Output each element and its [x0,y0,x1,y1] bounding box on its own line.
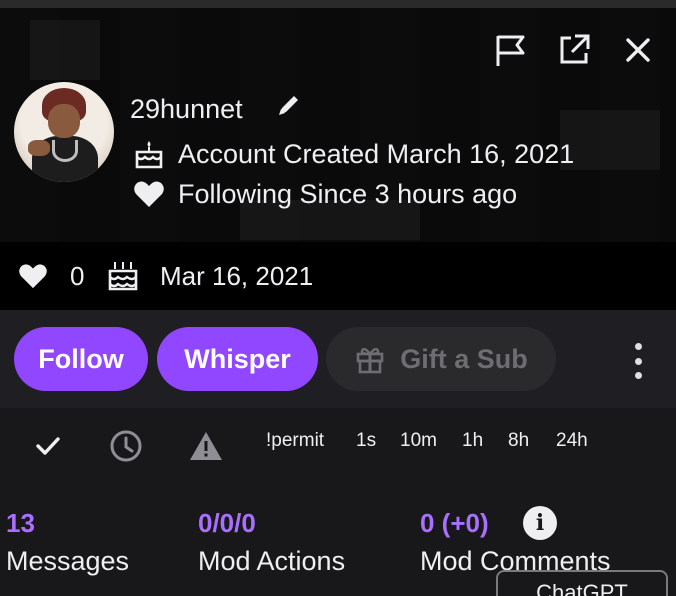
heart-icon [19,264,47,289]
window-top-border [0,0,676,8]
clock-icon [110,430,142,462]
gift-sub-label: Gift a Sub [400,343,528,374]
close-button[interactable] [618,30,658,70]
mod-actions-count[interactable]: 0/0/0 [198,508,256,539]
kebab-icon [634,343,642,350]
info-icon[interactable]: i [523,506,557,540]
account-created-text: Account Created March 16, 2021 [178,138,575,169]
created-stat: Mar 16, 2021 [106,242,313,310]
avatar[interactable] [14,82,114,182]
messages-count[interactable]: 13 [6,508,35,539]
messages-label: Messages [6,546,130,576]
gift-icon [356,347,384,374]
warn-button[interactable] [186,424,226,468]
pencil-icon [279,96,298,115]
following-since-text: Following Since 3 hours ago [178,178,518,209]
username[interactable]: 29hunnet [130,94,243,125]
cake-icon [132,138,166,170]
more-options-button[interactable] [626,343,650,379]
report-button[interactable] [490,30,530,70]
timeout-8h[interactable]: 8h [508,430,529,452]
follows-stat: 0 [18,242,84,310]
check-icon [36,437,60,455]
follow-button[interactable]: Follow [14,327,148,391]
whisper-button[interactable]: Whisper [157,327,318,391]
timeout-1h[interactable]: 1h [462,430,483,452]
account-created-row: Account Created March 16, 2021 [132,138,574,170]
gift-sub-button[interactable]: Gift a Sub [326,327,556,391]
timeout-permit[interactable]: !permit [266,430,324,452]
popout-button[interactable] [554,30,594,70]
edit-nickname-button[interactable] [274,92,302,125]
timeout-button[interactable] [106,424,146,468]
user-card: 29hunnet Account Created March 16, 2021 … [0,0,676,596]
mod-actions-label: Mod Actions [198,546,346,576]
warning-icon [190,432,222,460]
mod-comments-count[interactable]: 0 (+0) [420,508,489,539]
external-link-icon [560,34,590,64]
following-since-row: Following Since 3 hours ago [132,178,517,210]
close-icon [626,38,650,62]
unban-button[interactable] [28,424,68,468]
timeout-1s[interactable]: 1s [356,430,376,452]
flag-icon [496,35,525,66]
chatgpt-tab[interactable]: ChatGPT [496,570,668,596]
heart-icon [132,178,166,210]
timeout-24h[interactable]: 24h [556,430,588,452]
created-date-short: Mar 16, 2021 [160,260,314,291]
follows-count: 0 [70,260,85,291]
timeout-10m[interactable]: 10m [400,430,437,452]
stats-bar [0,242,676,310]
cake-icon [108,262,138,291]
